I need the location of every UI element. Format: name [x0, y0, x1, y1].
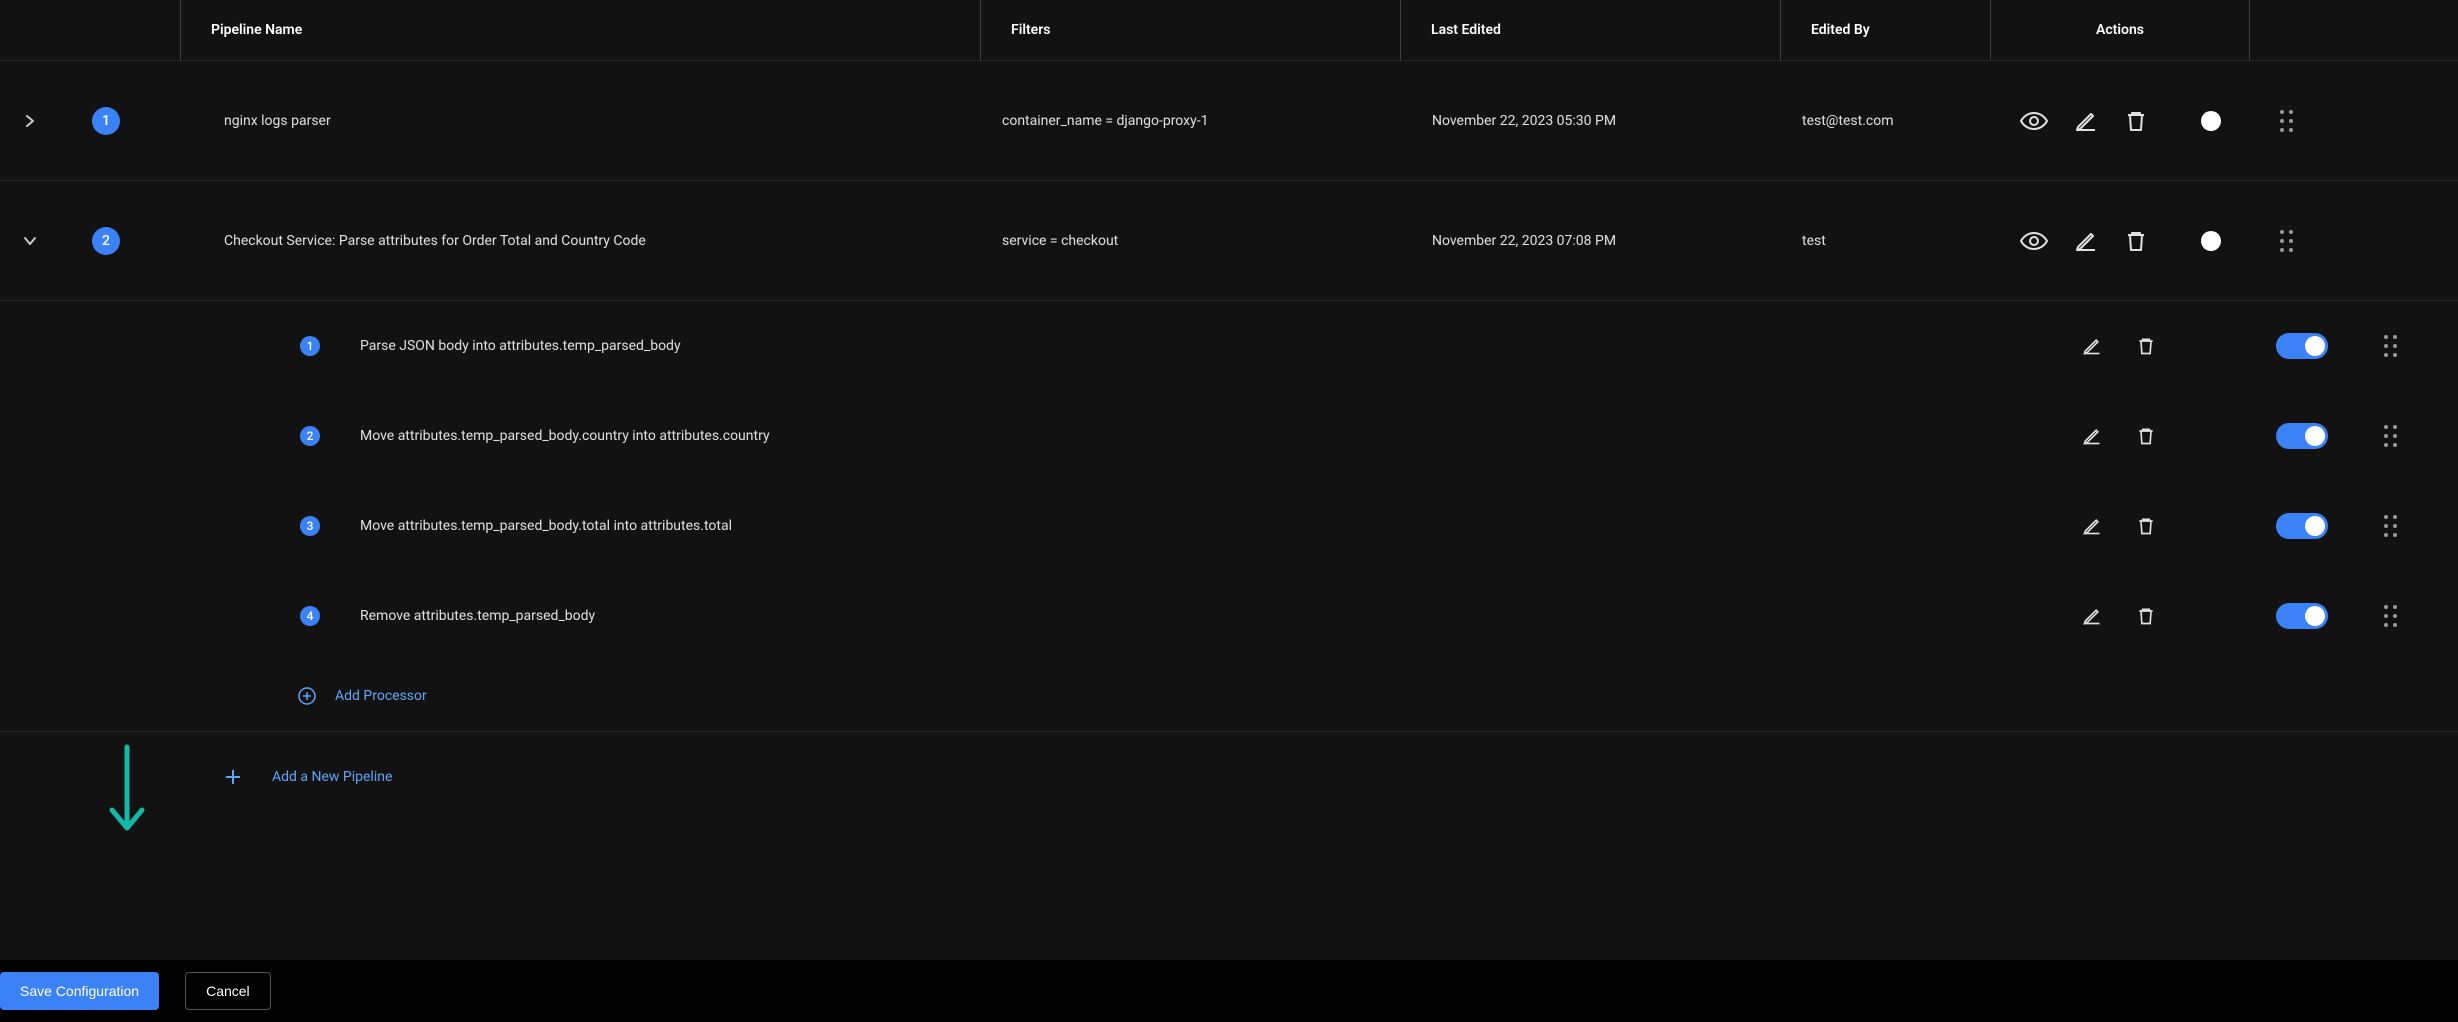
pipeline-filter: container_name = django-proxy-1: [980, 113, 1400, 129]
edit-icon[interactable]: [2078, 422, 2106, 450]
drag-handle-icon[interactable]: [2280, 110, 2293, 132]
pipeline-filter: service = checkout: [980, 233, 1400, 249]
delete-icon[interactable]: [2124, 227, 2148, 255]
plus-circle-icon: [297, 686, 317, 706]
processor-row: 2 Move attributes.temp_parsed_body.count…: [0, 391, 2458, 481]
processor-toggle[interactable]: [2276, 423, 2328, 449]
drag-handle-icon[interactable]: [2384, 425, 2397, 447]
delete-icon[interactable]: [2132, 512, 2160, 540]
save-configuration-button[interactable]: Save Configuration: [0, 972, 159, 1010]
add-pipeline-button[interactable]: Add a New Pipeline: [0, 731, 2458, 821]
col-edited-by: Edited By: [1780, 0, 1990, 60]
edit-icon[interactable]: [2078, 332, 2106, 360]
delete-icon[interactable]: [2124, 107, 2148, 135]
edit-icon[interactable]: [2078, 602, 2106, 630]
processor-index-badge: 2: [300, 426, 320, 446]
processor-toggle[interactable]: [2276, 603, 2328, 629]
add-pipeline-label: Add a New Pipeline: [272, 769, 392, 785]
chevron-right-icon[interactable]: [18, 109, 42, 133]
view-icon[interactable]: [2020, 107, 2048, 135]
pipeline-index-badge: 2: [92, 227, 120, 255]
edit-icon[interactable]: [2074, 107, 2098, 135]
col-spacer: [0, 0, 180, 60]
delete-icon[interactable]: [2132, 332, 2160, 360]
col-pipeline-name: Pipeline Name: [180, 0, 980, 60]
col-actions: Actions: [1990, 0, 2250, 60]
bottom-bar: Save Configuration Cancel: [0, 960, 2458, 1022]
pipeline-name: nginx logs parser: [180, 113, 980, 129]
col-spacer-right: [2250, 0, 2458, 60]
delete-icon[interactable]: [2132, 602, 2160, 630]
processor-index-badge: 3: [300, 516, 320, 536]
pipeline-last-edited: November 22, 2023 05:30 PM: [1400, 113, 1780, 129]
view-icon[interactable]: [2020, 227, 2048, 255]
col-filters: Filters: [980, 0, 1400, 60]
processor-list: 1 Parse JSON body into attributes.temp_p…: [0, 300, 2458, 731]
add-processor-button[interactable]: Add Processor: [0, 661, 2458, 731]
drag-handle-icon[interactable]: [2384, 335, 2397, 357]
processor-row: 3 Move attributes.temp_parsed_body.total…: [0, 481, 2458, 571]
processor-name: Parse JSON body into attributes.temp_par…: [320, 338, 2078, 354]
col-last-edited: Last Edited: [1400, 0, 1780, 60]
drag-handle-icon[interactable]: [2384, 515, 2397, 537]
processor-name: Move attributes.temp_parsed_body.total i…: [320, 518, 2078, 534]
processor-toggle[interactable]: [2276, 333, 2328, 359]
processor-index-badge: 4: [300, 606, 320, 626]
processor-name: Remove attributes.temp_parsed_body: [320, 608, 2078, 624]
pipeline-edited-by: test: [1780, 233, 1990, 249]
pipeline-edited-by: test@test.com: [1780, 113, 1990, 129]
pipeline-name: Checkout Service: Parse attributes for O…: [180, 233, 980, 249]
drag-handle-icon[interactable]: [2280, 230, 2293, 252]
processor-row: 1 Parse JSON body into attributes.temp_p…: [0, 301, 2458, 391]
pipeline-row: 1 nginx logs parser container_name = dja…: [0, 60, 2458, 180]
delete-icon[interactable]: [2132, 422, 2160, 450]
add-processor-label: Add Processor: [335, 688, 427, 704]
table-header: Pipeline Name Filters Last Edited Edited…: [0, 0, 2458, 60]
pipeline-last-edited: November 22, 2023 07:08 PM: [1400, 233, 1780, 249]
drag-handle-icon[interactable]: [2384, 605, 2397, 627]
cancel-button[interactable]: Cancel: [185, 972, 271, 1010]
processor-row: 4 Remove attributes.temp_parsed_body: [0, 571, 2458, 661]
chevron-down-icon[interactable]: [18, 229, 42, 253]
processor-toggle[interactable]: [2276, 513, 2328, 539]
arrow-down-indicator-icon: [102, 742, 152, 842]
edit-icon[interactable]: [2074, 227, 2098, 255]
processor-name: Move attributes.temp_parsed_body.country…: [320, 428, 2078, 444]
processor-index-badge: 1: [300, 336, 320, 356]
edit-icon[interactable]: [2078, 512, 2106, 540]
pipeline-row: 2 Checkout Service: Parse attributes for…: [0, 180, 2458, 300]
plus-icon: [224, 768, 242, 786]
pipeline-index-badge: 1: [92, 107, 120, 135]
